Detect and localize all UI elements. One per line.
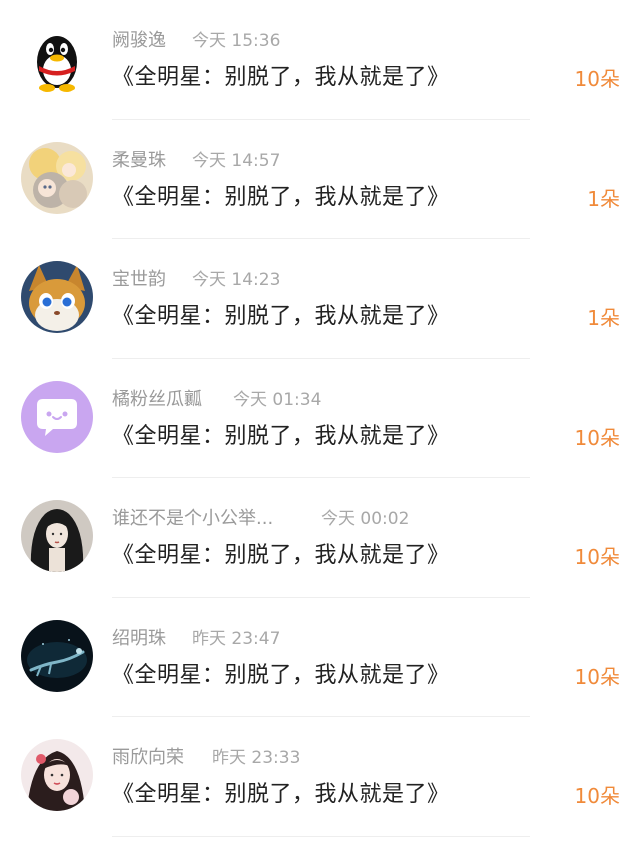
flower-count: 10朵 xyxy=(574,664,620,689)
sender-name[interactable]: 柔曼珠 xyxy=(112,150,166,171)
sender-name[interactable]: 宝世韵 xyxy=(112,269,166,290)
item-meta: 谁还不是个小公举... 今天 00:02 xyxy=(112,506,409,532)
list-item[interactable]: 宝世韵 今天 14:23 《全明星：别脱了，我从就是了》 1朵 xyxy=(0,239,640,359)
book-title[interactable]: 《全明星：别脱了，我从就是了》 xyxy=(112,779,450,811)
avatar[interactable] xyxy=(21,22,93,94)
timestamp: 今天 14:23 xyxy=(192,270,281,290)
sender-name[interactable]: 橘粉丝瓜瓤 xyxy=(112,389,202,410)
avatar[interactable] xyxy=(21,500,93,572)
girl-portrait-icon xyxy=(21,739,93,811)
book-title[interactable]: 《全明星：别脱了，我从就是了》 xyxy=(112,182,450,214)
item-meta: 雨欣向荣 昨天 23:33 xyxy=(112,745,300,771)
avatar[interactable] xyxy=(21,261,93,333)
list-item[interactable]: 橘粉丝瓜瓤 今天 01:34 《全明星：别脱了，我从就是了》 10朵 xyxy=(0,359,640,478)
book-title[interactable]: 《全明星：别脱了，我从就是了》 xyxy=(112,62,450,94)
book-title[interactable]: 《全明星：别脱了，我从就是了》 xyxy=(112,421,450,453)
ink-girl-icon xyxy=(21,500,93,572)
chat-bubble-icon xyxy=(21,380,93,453)
flower-count: 10朵 xyxy=(574,545,620,569)
item-meta: 宝世韵 今天 14:23 xyxy=(112,267,280,293)
message-list: 阙骏逸 今天 15:36 《全明星：别脱了，我从就是了》 10朵 柔曼珠 今天 … xyxy=(0,0,640,837)
list-item[interactable]: 谁还不是个小公举... 今天 00:02 《全明星：别脱了，我从就是了》 10朵 xyxy=(0,478,640,598)
timestamp: 今天 00:02 xyxy=(321,509,410,529)
item-meta: 阙骏逸 今天 15:36 xyxy=(112,28,280,54)
list-item[interactable]: 雨欣向荣 昨天 23:33 《全明星：别脱了，我从就是了》 10朵 xyxy=(0,717,640,837)
avatar[interactable] xyxy=(21,380,93,453)
list-item[interactable]: 阙骏逸 今天 15:36 《全明星：别脱了，我从就是了》 10朵 xyxy=(0,0,640,120)
avatar[interactable] xyxy=(21,739,93,811)
underwater-figure-icon xyxy=(21,619,93,692)
item-meta: 绍明珠 昨天 23:47 xyxy=(112,626,280,652)
anime-girls-icon xyxy=(21,141,93,214)
timestamp: 今天 14:57 xyxy=(192,150,281,171)
timestamp: 昨天 23:47 xyxy=(192,628,281,649)
cartoon-animal-icon xyxy=(21,261,93,333)
timestamp: 今天 01:34 xyxy=(233,389,322,410)
sender-name[interactable]: 谁还不是个小公举... xyxy=(112,508,273,529)
divider xyxy=(112,835,530,837)
flower-count: 10朵 xyxy=(574,784,620,808)
sender-name[interactable]: 绍明珠 xyxy=(112,628,166,649)
timestamp: 今天 15:36 xyxy=(192,31,281,51)
book-title[interactable]: 《全明星：别脱了，我从就是了》 xyxy=(112,301,450,333)
qq-penguin-icon xyxy=(21,22,93,94)
avatar[interactable] xyxy=(21,141,93,214)
item-meta: 柔曼珠 今天 14:57 xyxy=(112,148,280,174)
book-title[interactable]: 《全明星：别脱了，我从就是了》 xyxy=(112,660,450,692)
list-item[interactable]: 绍明珠 昨天 23:47 《全明星：别脱了，我从就是了》 10朵 xyxy=(0,598,640,717)
flower-count: 10朵 xyxy=(574,425,620,450)
item-meta: 橘粉丝瓜瓤 今天 01:34 xyxy=(112,387,321,413)
flower-count: 1朵 xyxy=(587,306,620,330)
list-item[interactable]: 柔曼珠 今天 14:57 《全明星：别脱了，我从就是了》 1朵 xyxy=(0,120,640,239)
flower-count: 1朵 xyxy=(587,186,620,211)
timestamp: 昨天 23:33 xyxy=(212,748,301,768)
sender-name[interactable]: 雨欣向荣 xyxy=(112,747,184,768)
sender-name[interactable]: 阙骏逸 xyxy=(112,30,166,51)
book-title[interactable]: 《全明星：别脱了，我从就是了》 xyxy=(112,540,450,572)
flower-count: 10朵 xyxy=(574,67,620,91)
avatar[interactable] xyxy=(21,619,93,692)
